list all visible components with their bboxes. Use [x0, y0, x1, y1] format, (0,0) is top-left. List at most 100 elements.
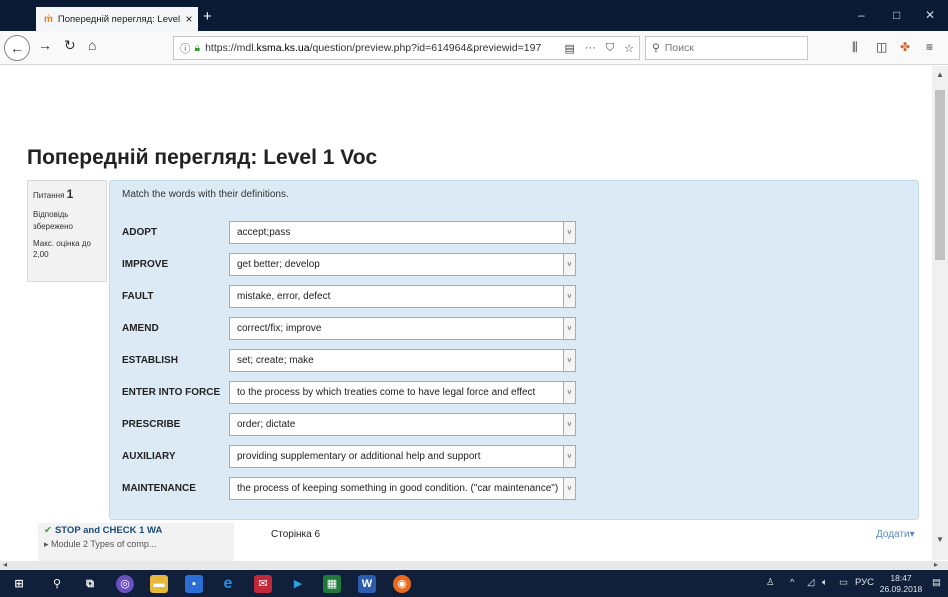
reload-button[interactable]: ↻ [64, 37, 76, 54]
match-row: IMPROVE get better; develop ˅ [122, 251, 582, 277]
browser-navbar: ← → ↻ ⌂ ⓘ 🔒︎ https://mdl.ksma.ks.ua/ques… [0, 31, 948, 65]
windows-taskbar: ⊞ ⚲ ⧉ ◎ ▬ ▪ e ✉ ▶ ▦ W ◉ ♙ ^ ◿ 🔈︎ ▭ РУС 1… [0, 570, 948, 597]
language-indicator[interactable]: РУС [855, 577, 874, 588]
media-player-icon[interactable]: ▶ [289, 575, 307, 593]
chevron-down-icon: ˅ [563, 413, 575, 435]
match-row: ADOPT accept;pass ˅ [122, 219, 582, 245]
stop-check-link[interactable]: ✔ STOP and CHECK 1 WA [44, 525, 162, 536]
question-status: Відповідь збережено [33, 210, 73, 231]
browser-tab[interactable]: ṁ Попередній перегляд: Level 1 × [36, 7, 198, 31]
moodle-icon: ṁ [44, 13, 53, 25]
match-term: ESTABLISH [122, 354, 178, 366]
page-content: Попередній перегляд: Level 1 Voc Питання… [8, 66, 932, 569]
chevron-down-icon: ˅ [563, 477, 575, 499]
search-icon[interactable]: ⚲ [48, 575, 66, 593]
scroll-left-icon[interactable]: ◂ [3, 560, 7, 569]
match-row: PRESCRIBE order; dictate ˅ [122, 411, 582, 437]
next-module-link[interactable]: ▸ Module 2 Types of comp... [44, 539, 156, 550]
extension-icon[interactable]: ✤ [900, 40, 910, 54]
pocket-icon[interactable]: ⛉ [606, 42, 614, 55]
tab-close-button[interactable]: × [180, 12, 198, 26]
page-title: Попередній перегляд: Level 1 Voc [27, 146, 378, 169]
scrollbar-thumb[interactable] [935, 90, 945, 260]
sidebar-icon[interactable]: ◫ [876, 40, 887, 54]
file-explorer-icon[interactable]: ▬ [150, 575, 168, 593]
browser-titlebar: ṁ Попередній перегляд: Level 1 × + – □ ✕ [0, 0, 948, 31]
scroll-up-icon[interactable]: ▲ [936, 70, 944, 79]
chevron-down-icon: ˅ [563, 381, 575, 403]
word-icon[interactable]: W [358, 575, 376, 593]
question-number: Питання 1 [33, 187, 74, 201]
answer-select[interactable]: correct/fix; improve ˅ [229, 316, 576, 340]
forward-button[interactable]: → [38, 37, 52, 53]
people-icon[interactable]: ♙ [766, 577, 775, 588]
question-box: Match the words with their definitions. … [109, 180, 919, 520]
back-button[interactable]: ← [4, 35, 30, 61]
answer-select[interactable]: the process of keeping something in good… [229, 476, 576, 500]
match-row: ENTER INTO FORCE to the process by which… [122, 379, 582, 405]
more-actions-button[interactable]: ··· [585, 42, 596, 54]
network-icon[interactable]: ◿ [807, 577, 814, 588]
calculator-icon[interactable]: ▦ [323, 575, 341, 593]
match-row: AUXILIARY providing supplementary or add… [122, 443, 582, 469]
question-max-mark: Макс. оцінка до 2,00 [33, 238, 91, 260]
clock[interactable]: 18:47 26.09.2018 [876, 573, 926, 595]
chevron-down-icon: ˅ [563, 349, 575, 371]
answer-select[interactable]: to the process by which treaties come to… [229, 380, 576, 404]
match-row: ESTABLISH set; create; make ˅ [122, 347, 582, 373]
tab-title: Попередній перегляд: Level 1 [57, 13, 180, 25]
windows-start-icon[interactable]: ⊞ [10, 575, 28, 593]
bottom-strip: ✔ STOP and CHECK 1 WA ▸ Module 2 Types of… [8, 523, 932, 561]
chevron-down-icon: ˅ [563, 253, 575, 275]
check-icon: ✔ [44, 525, 52, 536]
task-view-icon[interactable]: ⧉ [81, 575, 99, 593]
viber-icon[interactable]: ◎ [116, 575, 134, 593]
notifications-icon[interactable]: ▤ [932, 577, 941, 588]
minimize-button[interactable]: – [858, 8, 865, 22]
answer-select[interactable]: set; create; make ˅ [229, 348, 576, 372]
search-input[interactable]: ⚲ Поиск [645, 36, 808, 60]
maximize-button[interactable]: □ [893, 8, 900, 22]
close-window-button[interactable]: ✕ [925, 8, 935, 22]
volume-icon[interactable]: 🔈︎ [822, 577, 828, 588]
match-row: FAULT mistake, error, defect ˅ [122, 283, 582, 309]
info-icon[interactable]: ⓘ [180, 41, 191, 56]
home-button[interactable]: ⌂ [88, 37, 96, 53]
scroll-down-icon[interactable]: ▼ [936, 535, 944, 544]
search-icon: ⚲ [652, 42, 660, 54]
match-term: AUXILIARY [122, 450, 176, 462]
add-menu[interactable]: Додати▾ [876, 529, 915, 540]
answer-select[interactable]: order; dictate ˅ [229, 412, 576, 436]
answer-select[interactable]: accept;pass ˅ [229, 220, 576, 244]
chevron-down-icon: ˅ [563, 221, 575, 243]
battery-icon[interactable]: ▭ [839, 577, 848, 588]
match-term: FAULT [122, 290, 154, 302]
url-text: https://mdl.ksma.ks.ua/question/preview.… [205, 42, 542, 54]
page-scrollbar[interactable]: ▲ ▼ [932, 66, 948, 560]
tray-expand-icon[interactable]: ^ [790, 577, 794, 588]
match-term: MAINTENANCE [122, 482, 196, 494]
edge-icon[interactable]: e [219, 575, 237, 593]
scroll-right-icon[interactable]: ▸ [934, 560, 938, 569]
answer-select[interactable]: providing supplementary or additional he… [229, 444, 576, 468]
chevron-down-icon: ˅ [563, 317, 575, 339]
lock-icon: 🔒︎ [194, 41, 201, 54]
horizontal-scrollbar[interactable]: ◂ ▸ [0, 560, 948, 570]
match-term: PRESCRIBE [122, 418, 181, 430]
mail-icon[interactable]: ✉ [254, 575, 272, 593]
chevron-down-icon: ˅ [563, 285, 575, 307]
new-tab-button[interactable]: + [203, 8, 212, 25]
url-bar[interactable]: ⓘ 🔒︎ https://mdl.ksma.ks.ua/question/pre… [173, 36, 640, 60]
answer-select[interactable]: get better; develop ˅ [229, 252, 576, 276]
library-icon[interactable]: ⫼ [852, 40, 858, 55]
answer-select[interactable]: mistake, error, defect ˅ [229, 284, 576, 308]
match-term: AMEND [122, 322, 159, 334]
bookmark-star-icon[interactable]: ☆ [624, 42, 634, 55]
match-term: ENTER INTO FORCE [122, 386, 221, 398]
firefox-icon[interactable]: ◉ [393, 575, 411, 593]
save-icon[interactable]: ▪ [185, 575, 203, 593]
match-term: IMPROVE [122, 258, 169, 270]
match-row: MAINTENANCE the process of keeping somet… [122, 475, 582, 501]
reader-view-icon[interactable]: ▤ [564, 42, 574, 55]
menu-icon[interactable]: ≡ [926, 40, 933, 54]
